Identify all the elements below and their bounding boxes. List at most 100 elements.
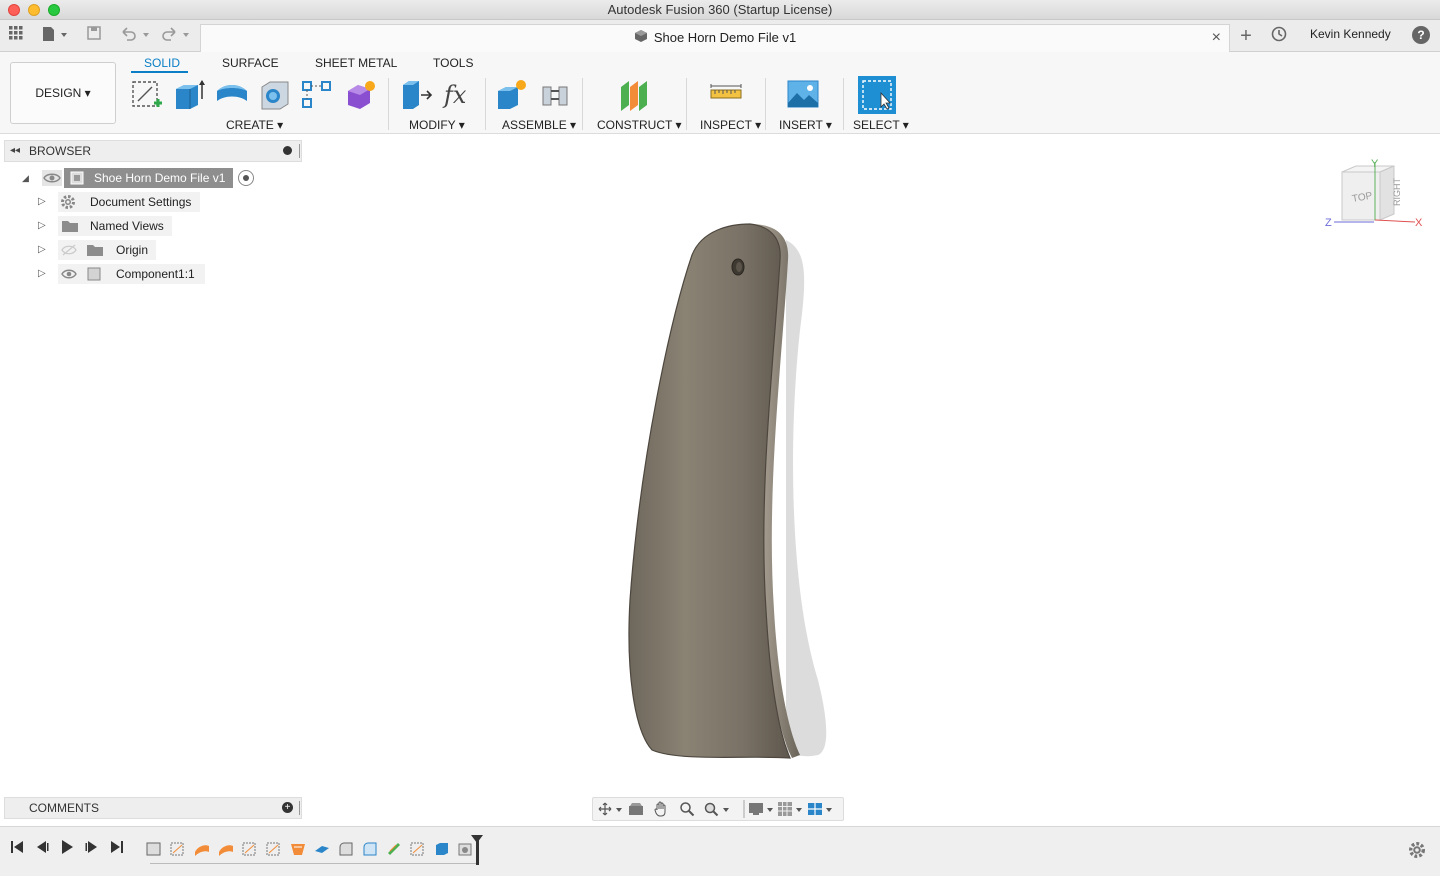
browser-options-icon[interactable] xyxy=(283,146,292,155)
new-tab-plus-icon[interactable]: + xyxy=(1236,26,1256,46)
grid-snaps-icon[interactable] xyxy=(777,801,807,820)
pan-hand-icon[interactable] xyxy=(653,801,669,820)
document-tab-bar: Shoe Horn Demo File v1 × + Kevin Kennedy… xyxy=(0,20,1440,52)
view-cube[interactable]: TOP RIGHT Y Z X xyxy=(1322,158,1426,232)
revolve-icon[interactable] xyxy=(215,77,249,111)
panel-resize-handle[interactable] xyxy=(299,144,300,158)
timeline-feature-thicken-icon[interactable] xyxy=(314,841,330,857)
tab-surface[interactable]: SURFACE xyxy=(222,56,279,70)
construct-menu[interactable]: CONSTRUCT ▾ xyxy=(597,118,681,132)
go-to-start-icon[interactable] xyxy=(9,839,25,861)
tab-sheet-metal[interactable]: SHEET METAL xyxy=(315,56,397,70)
tab-solid[interactable]: SOLID xyxy=(144,56,180,70)
select-menu[interactable]: SELECT ▾ xyxy=(853,118,909,132)
hole-icon[interactable] xyxy=(258,77,292,111)
go-to-end-icon[interactable] xyxy=(109,839,125,861)
timeline-feature-sketch-icon[interactable] xyxy=(242,841,258,857)
expand-triangle-icon[interactable]: ▷ xyxy=(38,264,46,284)
timeline-settings-gear-icon[interactable] xyxy=(1408,841,1426,862)
press-pull-icon[interactable] xyxy=(399,77,433,111)
visibility-eye-icon[interactable] xyxy=(60,266,78,288)
save-icon[interactable] xyxy=(86,26,102,46)
timeline-feature-sketch-icon[interactable] xyxy=(170,841,186,857)
expand-triangle-icon[interactable]: ▷ xyxy=(38,240,46,260)
timeline-feature-split-icon[interactable] xyxy=(386,841,402,857)
panel-resize-handle[interactable] xyxy=(299,801,300,815)
axis-x-label: X xyxy=(1415,217,1423,229)
tree-item-label[interactable]: Document Settings xyxy=(58,192,200,212)
undo-icon[interactable] xyxy=(118,26,152,48)
tree-row-root[interactable]: ◢ Shoe Horn Demo File v1 xyxy=(0,168,300,188)
tab-tools[interactable]: TOOLS xyxy=(433,56,473,70)
tree-item-label[interactable]: Component1:1 xyxy=(58,264,205,284)
timeline-feature-hole-icon[interactable] xyxy=(458,841,474,857)
insert-menu[interactable]: INSERT ▾ xyxy=(779,118,832,132)
expand-triangle-icon[interactable]: ▷ xyxy=(38,216,46,236)
viewcube-right-label[interactable]: RIGHT xyxy=(1392,178,1402,207)
collapse-panel-icon[interactable]: ◂◂ xyxy=(10,141,20,161)
user-name[interactable]: Kevin Kennedy xyxy=(1310,27,1391,41)
assemble-menu[interactable]: ASSEMBLE ▾ xyxy=(502,118,576,132)
zoom-icon[interactable] xyxy=(679,801,695,820)
select-icon[interactable] xyxy=(858,76,896,114)
look-at-icon[interactable] xyxy=(628,802,644,819)
document-tab[interactable]: Shoe Horn Demo File v1 × xyxy=(200,24,1230,52)
fit-zoom-window-icon[interactable] xyxy=(703,801,733,820)
offset-plane-icon[interactable] xyxy=(618,77,652,111)
help-icon[interactable]: ? xyxy=(1412,26,1430,44)
display-settings-icon[interactable] xyxy=(748,801,778,820)
tree-row-named-views[interactable]: ▷ Named Views xyxy=(0,216,300,236)
tree-root-label[interactable]: Shoe Horn Demo File v1 xyxy=(64,168,234,188)
job-status-clock-icon[interactable] xyxy=(1270,26,1288,48)
step-back-icon[interactable] xyxy=(34,839,50,861)
activate-radio-icon[interactable] xyxy=(238,170,254,186)
tree-row-document-settings[interactable]: ▷ Document Settings xyxy=(0,192,300,212)
change-parameters-fx-icon[interactable]: fx xyxy=(442,77,476,111)
create-form-icon[interactable] xyxy=(344,77,378,111)
timeline-feature-loft-icon[interactable] xyxy=(290,841,306,857)
timeline-feature-extrude-icon[interactable] xyxy=(434,841,450,857)
zoom-window-button[interactable] xyxy=(48,4,60,16)
modify-menu[interactable]: MODIFY ▾ xyxy=(409,118,465,132)
timeline-feature-sketch-icon[interactable] xyxy=(266,841,282,857)
window-title: Autodesk Fusion 360 (Startup License) xyxy=(607,2,833,17)
inspect-menu[interactable]: INSPECT ▾ xyxy=(700,118,761,132)
hidden-eye-icon[interactable] xyxy=(60,242,78,264)
ribbon-toolbar: DESIGN ▾ SOLID SURFACE SHEET METAL TOOLS… xyxy=(0,52,1440,134)
tree-row-origin[interactable]: ▷ Origin xyxy=(0,240,300,260)
timeline-marker-cap[interactable] xyxy=(471,835,483,843)
orbit-icon[interactable] xyxy=(597,801,627,820)
timeline-feature-fillet-icon[interactable] xyxy=(338,841,354,857)
timeline-feature-sketch-icon[interactable] xyxy=(410,841,426,857)
add-comment-icon[interactable]: + xyxy=(282,802,293,813)
timeline-feature-component-icon[interactable] xyxy=(146,841,162,857)
collapse-triangle-icon[interactable]: ◢ xyxy=(22,168,29,188)
timeline-feature-patch-icon[interactable] xyxy=(194,841,210,857)
extrude-icon[interactable] xyxy=(172,77,206,111)
redo-icon[interactable] xyxy=(158,26,192,48)
apps-grid-icon[interactable] xyxy=(8,26,24,46)
group-separator xyxy=(843,78,844,130)
close-tab-icon[interactable]: × xyxy=(1212,25,1221,51)
viewports-icon[interactable] xyxy=(807,801,837,820)
shoe-horn-model[interactable] xyxy=(600,210,860,770)
expand-triangle-icon[interactable]: ▷ xyxy=(38,192,46,212)
minimize-window-button[interactable] xyxy=(28,4,40,16)
create-sketch-icon[interactable] xyxy=(130,77,164,111)
timeline-feature-fillet-icon[interactable] xyxy=(362,841,378,857)
joint-icon[interactable] xyxy=(539,77,573,111)
play-icon[interactable] xyxy=(59,839,75,861)
new-component-icon[interactable] xyxy=(495,77,529,111)
tree-row-component[interactable]: ▷ Component1:1 xyxy=(0,264,300,284)
timeline-feature-patch-icon[interactable] xyxy=(218,841,234,857)
create-menu[interactable]: CREATE ▾ xyxy=(226,118,283,132)
file-menu-icon[interactable] xyxy=(40,26,70,48)
rectangular-pattern-icon[interactable] xyxy=(300,77,334,111)
workspace-switcher-button[interactable]: DESIGN ▾ xyxy=(10,62,116,124)
step-forward-icon[interactable] xyxy=(84,839,100,861)
insert-canvas-image-icon[interactable] xyxy=(786,77,820,111)
comments-panel-header[interactable]: COMMENTS + xyxy=(4,797,302,819)
measure-icon[interactable] xyxy=(709,77,743,111)
visibility-eye-icon[interactable] xyxy=(42,170,62,186)
close-window-button[interactable] xyxy=(8,4,20,16)
